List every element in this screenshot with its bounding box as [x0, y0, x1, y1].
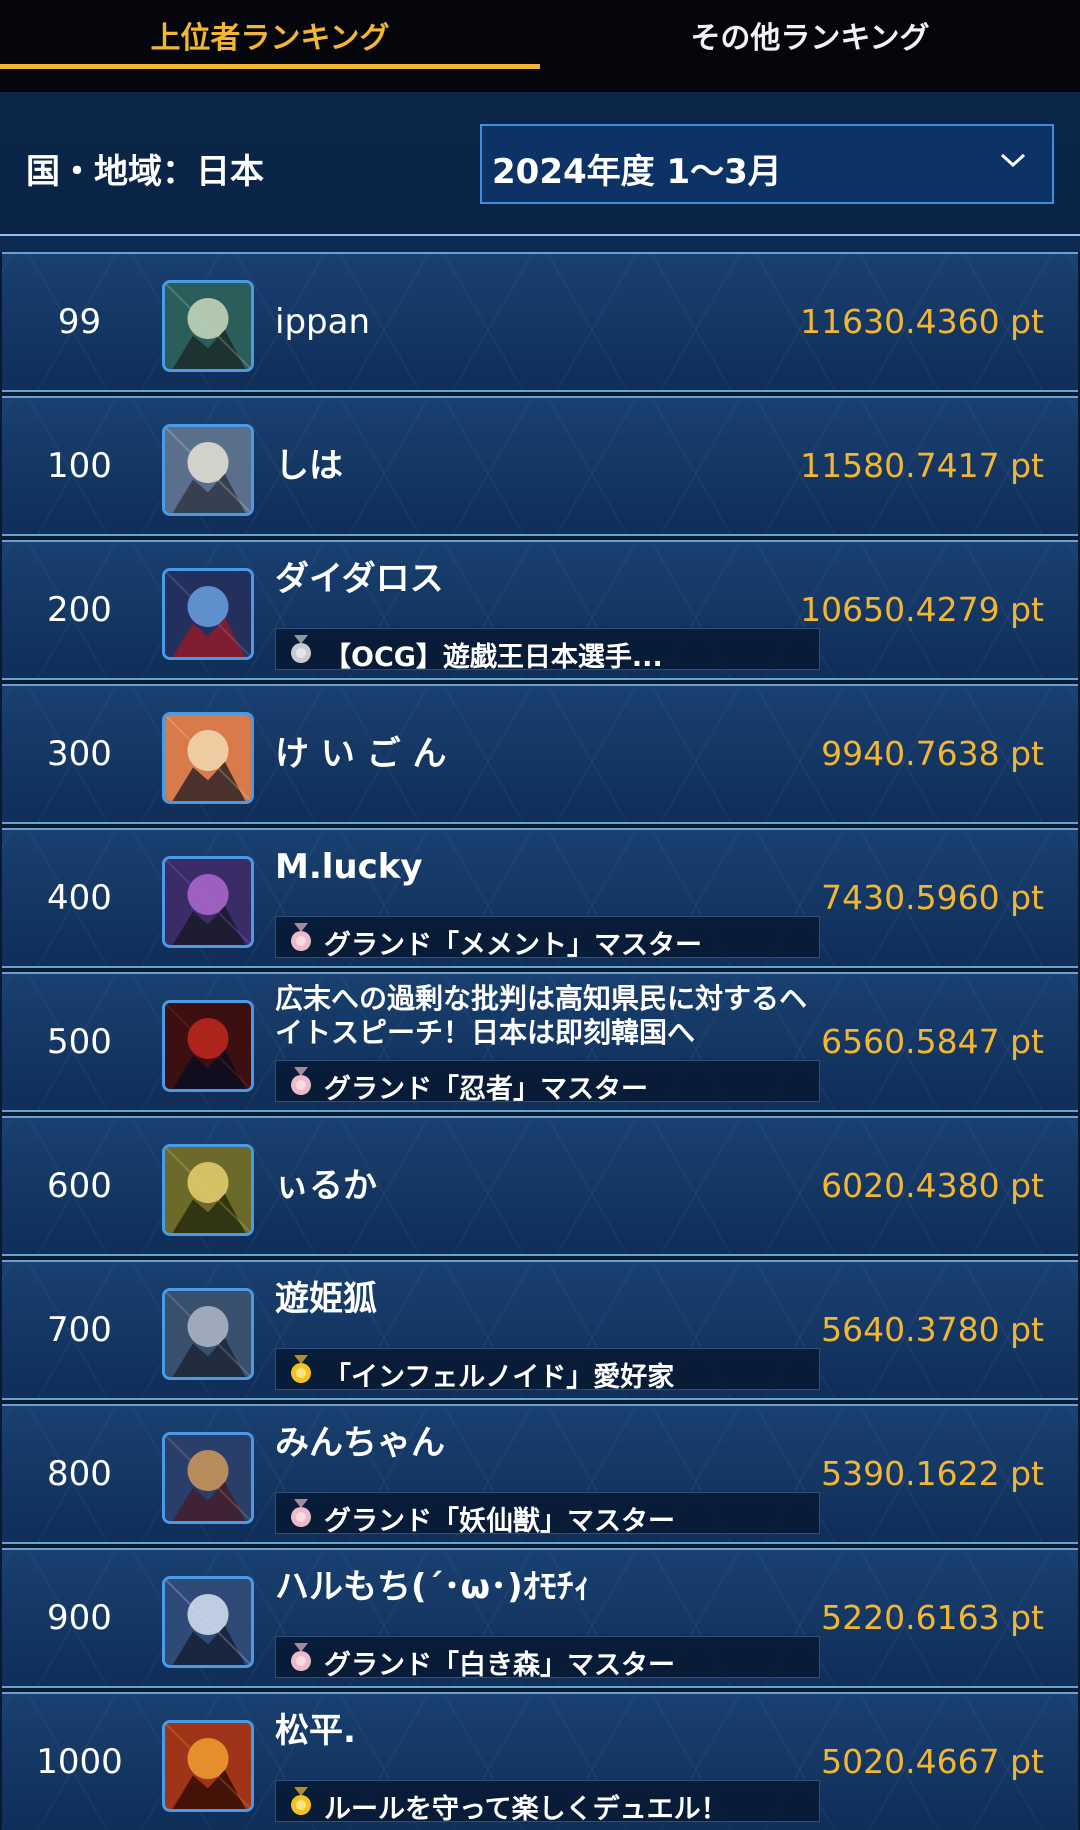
- list-top-divider: [0, 234, 1080, 252]
- avatar-art-icon: [165, 427, 251, 513]
- period-selected-value: 2024年度 1〜3月: [492, 152, 782, 192]
- player-title-badge: 【OCG】遊戯王日本選手...: [275, 628, 820, 673]
- player-title-text: ルールを守って楽しくデュエル！: [324, 1794, 728, 1825]
- tab-other-ranking[interactable]: その他ランキング: [540, 0, 1080, 70]
- avatar-art-icon: [165, 715, 251, 801]
- avatar[interactable]: [162, 1000, 254, 1092]
- medal-icon: [291, 1067, 311, 1095]
- ranking-row[interactable]: 99 ippan 11630.4360 pt: [2, 252, 1078, 392]
- region-label: 国・地域：日本: [26, 152, 264, 192]
- player-points: 11630.4360 pt: [800, 302, 1044, 341]
- player-title-text: 【OCG】遊戯王日本選手...: [324, 642, 663, 673]
- avatar-art-icon: [165, 1579, 251, 1665]
- player-name: ハルもち(´･ω･)ｵﾓﾁｨ: [275, 1568, 591, 1606]
- player-name: M.lucky: [275, 848, 423, 886]
- chevron-down-icon: [1000, 153, 1026, 168]
- medal-icon: [291, 635, 311, 663]
- player-name: みんちゃん: [275, 1424, 445, 1462]
- avatar[interactable]: [162, 424, 254, 516]
- filter-bar: 国・地域：日本 2024年度 1〜3月: [0, 92, 1080, 234]
- medal-icon: [291, 923, 311, 951]
- rank-number: 99: [57, 302, 102, 342]
- active-tab-indicator: [0, 64, 540, 69]
- player-title-badge: グランド「妖仙獣」マスター: [275, 1492, 820, 1537]
- avatar-art-icon: [165, 1291, 251, 1377]
- rank-number: 600: [47, 1166, 112, 1206]
- player-name: 広末への過剰な批判は高知県民に対するヘイトスピーチ！日本は即刻韓国へ: [275, 982, 808, 1049]
- player-points: 9940.7638 pt: [821, 734, 1044, 773]
- ranking-row[interactable]: 800 みんちゃんグランド「妖仙獣」マスター 5390.1622 pt: [2, 1404, 1078, 1544]
- player-title-badge: グランド「白き森」マスター: [275, 1636, 820, 1681]
- player-title-text: グランド「妖仙獣」マスター: [324, 1506, 675, 1537]
- rank-number: 800: [47, 1454, 112, 1494]
- player-title-badge: 「インフェルノイド」愛好家: [275, 1348, 820, 1393]
- rank-number: 900: [47, 1598, 112, 1638]
- avatar-art-icon: [165, 283, 251, 369]
- avatar-art-icon: [165, 859, 251, 945]
- player-title-text: グランド「メメント」マスター: [324, 930, 702, 961]
- avatar-art-icon: [165, 1435, 251, 1521]
- player-title-text: グランド「忍者」マスター: [324, 1074, 648, 1105]
- player-points: 11580.7417 pt: [800, 446, 1044, 485]
- medal-icon: [291, 1787, 311, 1815]
- player-title-text: 「インフェルノイド」愛好家: [324, 1362, 675, 1393]
- player-name: 遊姫狐: [275, 1280, 377, 1318]
- player-points: 6560.5847 pt: [821, 1022, 1044, 1061]
- medal-icon: [291, 1643, 311, 1671]
- ranking-row[interactable]: 200 ダイダロス【OCG】遊戯王日本選手... 10650.4279 pt: [2, 540, 1078, 680]
- player-title-badge: ルールを守って楽しくデュエル！: [275, 1780, 820, 1825]
- tab-bar: 上位者ランキング その他ランキング: [0, 0, 1080, 92]
- ranking-row[interactable]: 500 広末への過剰な批判は高知県民に対するヘイトスピーチ！日本は即刻韓国へグラン…: [2, 972, 1078, 1112]
- avatar[interactable]: [162, 1576, 254, 1668]
- rank-number: 100: [47, 446, 112, 486]
- avatar[interactable]: [162, 856, 254, 948]
- rank-number: 1000: [36, 1742, 123, 1782]
- player-title-text: グランド「白き森」マスター: [324, 1650, 675, 1681]
- player-points: 10650.4279 pt: [800, 590, 1044, 629]
- ranking-screen: 上位者ランキング その他ランキング 国・地域：日本 2024年度 1〜3月 99…: [0, 0, 1080, 1830]
- player-name: しは: [275, 447, 343, 485]
- ranking-row[interactable]: 300 け い ご ん 9940.7638 pt: [2, 684, 1078, 824]
- avatar-art-icon: [165, 1147, 251, 1233]
- ranking-row[interactable]: 400 M.lucky グランド「メメント」マスター 7430.5960 pt: [2, 828, 1078, 968]
- rank-number: 400: [47, 878, 112, 918]
- ranking-row[interactable]: 700 遊姫狐「インフェルノイド」愛好家 5640.3780 pt: [2, 1260, 1078, 1400]
- player-name: 松平.: [275, 1712, 356, 1750]
- avatar[interactable]: [162, 1432, 254, 1524]
- player-name: ダイダロス: [275, 560, 444, 598]
- avatar[interactable]: [162, 1144, 254, 1236]
- rank-number: 200: [47, 590, 112, 630]
- avatar[interactable]: [162, 1288, 254, 1380]
- rank-number: 500: [47, 1022, 112, 1062]
- period-dropdown[interactable]: 2024年度 1〜3月: [480, 124, 1054, 204]
- avatar[interactable]: [162, 280, 254, 372]
- ranking-row[interactable]: 1000 松平. ルールを守って楽しくデュエル！ 5020.4667 pt: [2, 1692, 1078, 1830]
- player-name: ippan: [275, 303, 370, 341]
- player-title-badge: グランド「忍者」マスター: [275, 1060, 820, 1105]
- medal-icon: [291, 1355, 311, 1383]
- avatar[interactable]: [162, 568, 254, 660]
- player-points: 7430.5960 pt: [821, 878, 1044, 917]
- rank-number: 300: [47, 734, 112, 774]
- medal-icon: [291, 1499, 311, 1527]
- player-points: 5640.3780 pt: [821, 1310, 1044, 1349]
- ranking-row[interactable]: 600 ぃるか 6020.4380 pt: [2, 1116, 1078, 1256]
- player-points: 5390.1622 pt: [821, 1454, 1044, 1493]
- player-name: ぃるか: [275, 1167, 377, 1205]
- avatar-art-icon: [165, 571, 251, 657]
- player-title-badge: グランド「メメント」マスター: [275, 916, 820, 961]
- ranking-row[interactable]: 900 ハルもち(´･ω･)ｵﾓﾁｨ グランド「白き森」マスター 5220.6163 …: [2, 1548, 1078, 1688]
- player-points: 5020.4667 pt: [821, 1742, 1044, 1781]
- ranking-row[interactable]: 100 しは 11580.7417 pt: [2, 396, 1078, 536]
- player-name: け い ご ん: [275, 735, 447, 773]
- avatar-art-icon: [165, 1723, 251, 1809]
- avatar[interactable]: [162, 712, 254, 804]
- player-points: 6020.4380 pt: [821, 1166, 1044, 1205]
- player-points: 5220.6163 pt: [821, 1598, 1044, 1637]
- avatar[interactable]: [162, 1720, 254, 1812]
- tab-top-ranking[interactable]: 上位者ランキング: [0, 0, 540, 70]
- rank-number: 700: [47, 1310, 112, 1350]
- avatar-art-icon: [165, 1003, 251, 1089]
